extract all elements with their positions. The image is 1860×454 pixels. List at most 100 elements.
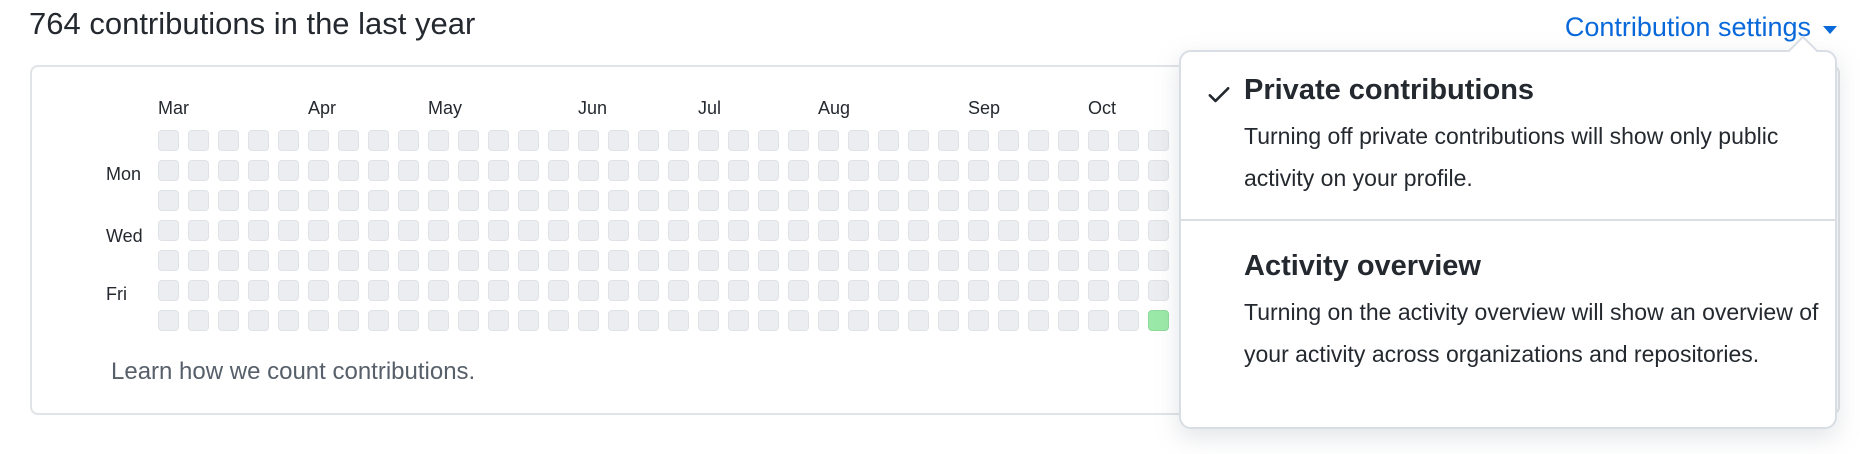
- contribution-day-cell[interactable]: [518, 160, 539, 181]
- contribution-day-cell[interactable]: [278, 310, 299, 331]
- contribution-day-cell[interactable]: [218, 130, 239, 151]
- contribution-day-cell[interactable]: [218, 190, 239, 211]
- contribution-day-cell[interactable]: [248, 250, 269, 271]
- contribution-day-cell[interactable]: [188, 310, 209, 331]
- contribution-day-cell[interactable]: [548, 160, 569, 181]
- contribution-day-cell[interactable]: [248, 160, 269, 181]
- contribution-day-cell[interactable]: [218, 220, 239, 241]
- contribution-day-cell[interactable]: [758, 220, 779, 241]
- contribution-day-cell[interactable]: [878, 280, 899, 301]
- contribution-day-cell[interactable]: [1028, 190, 1049, 211]
- contribution-day-cell[interactable]: [548, 250, 569, 271]
- contribution-day-cell[interactable]: [308, 190, 329, 211]
- contribution-day-cell[interactable]: [428, 250, 449, 271]
- contribution-day-cell[interactable]: [1028, 310, 1049, 331]
- contribution-day-cell[interactable]: [338, 190, 359, 211]
- contribution-day-cell[interactable]: [638, 160, 659, 181]
- contribution-day-cell[interactable]: [698, 130, 719, 151]
- contribution-day-cell[interactable]: [308, 250, 329, 271]
- contribution-day-cell[interactable]: [728, 250, 749, 271]
- contribution-day-cell[interactable]: [368, 160, 389, 181]
- contribution-day-cell[interactable]: [818, 310, 839, 331]
- contribution-day-cell[interactable]: [158, 280, 179, 301]
- contribution-day-cell[interactable]: [338, 310, 359, 331]
- contribution-day-cell[interactable]: [728, 280, 749, 301]
- contribution-day-cell[interactable]: [428, 160, 449, 181]
- contribution-day-cell[interactable]: [968, 310, 989, 331]
- contribution-day-cell[interactable]: [638, 250, 659, 271]
- contribution-day-cell[interactable]: [518, 250, 539, 271]
- contribution-day-cell[interactable]: [698, 160, 719, 181]
- contribution-day-cell[interactable]: [1058, 220, 1079, 241]
- contribution-day-cell[interactable]: [998, 160, 1019, 181]
- learn-contributions-link[interactable]: Learn how we count contributions.: [111, 358, 475, 386]
- contribution-day-cell[interactable]: [458, 250, 479, 271]
- contribution-day-cell[interactable]: [398, 220, 419, 241]
- contribution-day-cell[interactable]: [158, 160, 179, 181]
- contribution-day-cell[interactable]: [668, 190, 689, 211]
- contribution-day-cell[interactable]: [308, 280, 329, 301]
- contribution-day-cell[interactable]: [458, 310, 479, 331]
- contribution-day-cell[interactable]: [428, 130, 449, 151]
- contribution-day-cell[interactable]: [788, 220, 809, 241]
- contribution-day-cell[interactable]: [218, 310, 239, 331]
- contribution-day-cell[interactable]: [938, 130, 959, 151]
- contribution-day-cell[interactable]: [728, 190, 749, 211]
- contribution-day-cell[interactable]: [188, 160, 209, 181]
- contribution-day-cell[interactable]: [338, 220, 359, 241]
- contribution-day-cell[interactable]: [308, 160, 329, 181]
- contribution-day-cell[interactable]: [1148, 280, 1169, 301]
- menu-item-activity-overview[interactable]: Activity overview Turning on the activit…: [1181, 250, 1835, 375]
- contribution-day-cell[interactable]: [1028, 130, 1049, 151]
- contribution-day-cell[interactable]: [878, 190, 899, 211]
- contribution-day-cell[interactable]: [968, 280, 989, 301]
- contribution-day-cell[interactable]: [1058, 190, 1079, 211]
- contribution-day-cell[interactable]: [1088, 310, 1109, 331]
- menu-item-private-contributions[interactable]: Private contributions Turning off privat…: [1181, 74, 1835, 199]
- contribution-day-cell[interactable]: [1058, 160, 1079, 181]
- contribution-day-cell[interactable]: [368, 250, 389, 271]
- contribution-day-cell[interactable]: [908, 310, 929, 331]
- contribution-day-cell[interactable]: [1118, 310, 1139, 331]
- contribution-day-cell[interactable]: [458, 280, 479, 301]
- contribution-day-cell[interactable]: [1058, 250, 1079, 271]
- contribution-day-cell[interactable]: [608, 250, 629, 271]
- contribution-day-cell[interactable]: [818, 130, 839, 151]
- contribution-day-cell[interactable]: [608, 190, 629, 211]
- contribution-day-cell[interactable]: [608, 220, 629, 241]
- contribution-day-cell[interactable]: [458, 130, 479, 151]
- contribution-day-cell[interactable]: [518, 130, 539, 151]
- contribution-day-cell[interactable]: [878, 160, 899, 181]
- contribution-day-cell[interactable]: [638, 130, 659, 151]
- contribution-day-cell[interactable]: [1058, 310, 1079, 331]
- contribution-day-cell[interactable]: [1118, 130, 1139, 151]
- contribution-day-cell[interactable]: [788, 310, 809, 331]
- contribution-day-cell[interactable]: [728, 130, 749, 151]
- contribution-day-cell[interactable]: [968, 130, 989, 151]
- contribution-day-cell[interactable]: [1118, 160, 1139, 181]
- contribution-day-cell[interactable]: [578, 250, 599, 271]
- contribution-day-cell[interactable]: [278, 250, 299, 271]
- contribution-day-cell[interactable]: [1088, 130, 1109, 151]
- contribution-day-cell[interactable]: [698, 310, 719, 331]
- contribution-day-cell[interactable]: [188, 190, 209, 211]
- contribution-day-cell[interactable]: [158, 250, 179, 271]
- contribution-day-cell[interactable]: [818, 160, 839, 181]
- contribution-day-cell[interactable]: [938, 280, 959, 301]
- contribution-day-cell[interactable]: [578, 160, 599, 181]
- contribution-day-cell[interactable]: [1148, 250, 1169, 271]
- contribution-day-cell[interactable]: [548, 220, 569, 241]
- contribution-day-cell[interactable]: [428, 280, 449, 301]
- contribution-day-cell[interactable]: [398, 280, 419, 301]
- contribution-day-cell[interactable]: [878, 310, 899, 331]
- contribution-day-cell[interactable]: [668, 280, 689, 301]
- contribution-day-cell[interactable]: [698, 280, 719, 301]
- contribution-day-cell[interactable]: [308, 220, 329, 241]
- contribution-day-cell[interactable]: [758, 130, 779, 151]
- contribution-day-cell[interactable]: [158, 190, 179, 211]
- contribution-day-cell[interactable]: [368, 220, 389, 241]
- contribution-day-cell[interactable]: [788, 130, 809, 151]
- contribution-day-cell[interactable]: [1088, 220, 1109, 241]
- contribution-day-cell[interactable]: [1118, 280, 1139, 301]
- contribution-day-cell[interactable]: [248, 130, 269, 151]
